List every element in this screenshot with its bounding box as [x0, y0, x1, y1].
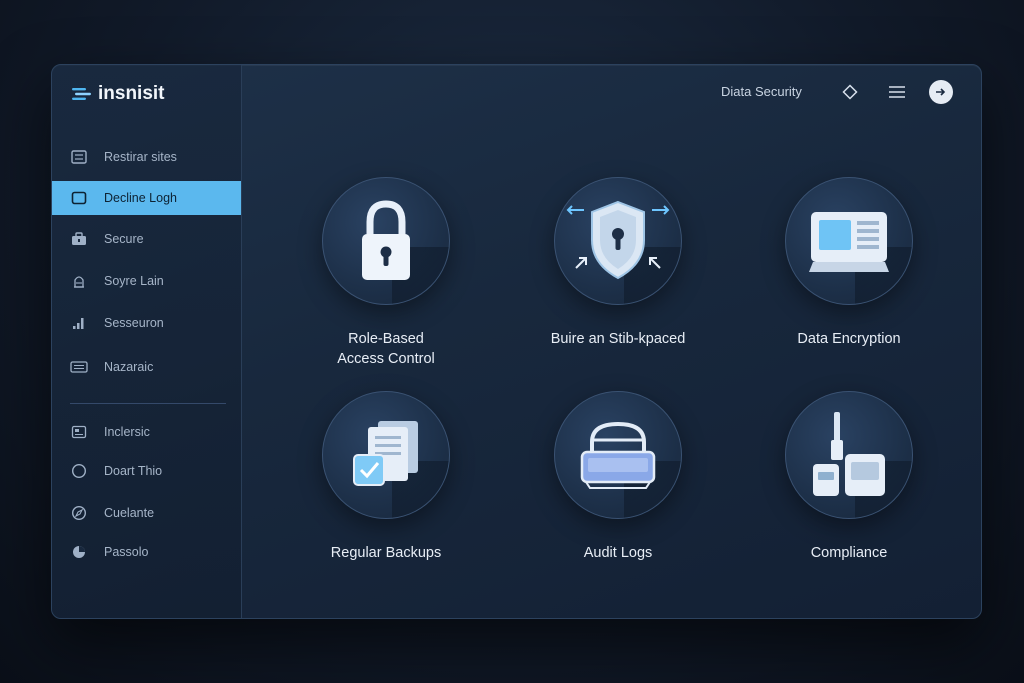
sidebar-item-secure[interactable]: Secure [52, 222, 241, 256]
menu-icon[interactable] [886, 81, 908, 103]
tile-buire-an-stib-kpaced[interactable]: Buire an Stib-kpaced [523, 177, 713, 349]
tile-label: Compliance [810, 545, 888, 561]
sidebar-item-restirar-sites[interactable]: Restirar sites [52, 140, 241, 174]
terminal-icon [809, 212, 889, 272]
tile-label: Buire an Stib-kpaced [550, 331, 686, 347]
sidebar: insnisit Restirar sites Decline Logh Sec… [52, 65, 242, 618]
logo-icon [72, 88, 91, 100]
tile-label: Audit Logs [583, 545, 653, 561]
tile-label: Role-Based [348, 331, 424, 347]
sidebar-item-label: Restirar sites [104, 150, 177, 164]
sidebar-item-label: Secure [104, 232, 144, 246]
app-window: insnisit Restirar sites Decline Logh Sec… [51, 64, 982, 619]
lock-bag-icon [580, 421, 656, 489]
sidebar-item-sesseuron[interactable]: Sesseuron [52, 306, 241, 340]
tile-data-encryption[interactable]: Data Encryption [754, 177, 944, 349]
app-logo[interactable]: insnisit [72, 83, 165, 105]
sidebar-item-label: Sesseuron [104, 316, 164, 330]
briefcase-icon [70, 230, 88, 248]
panel-icon [70, 423, 88, 441]
circle-icon [70, 462, 88, 480]
tile-icon-circle [322, 391, 450, 519]
tile-audit-logs[interactable]: Audit Logs [523, 391, 713, 563]
sidebar-item-inclersic[interactable]: Inclersic [52, 415, 241, 449]
compass-icon [70, 504, 88, 522]
tile-label: Regular Backups [330, 545, 442, 561]
pie-icon [70, 543, 88, 561]
bar-chart-icon [70, 314, 88, 332]
diamond-icon[interactable] [839, 81, 861, 103]
tile-icon-circle [554, 177, 682, 305]
shield-keyhole-icon [566, 200, 670, 280]
sidebar-item-cuelante[interactable]: Cuelante [52, 496, 241, 530]
sidebar-item-passolo[interactable]: Passolo [52, 535, 241, 569]
sidebar-item-label: Cuelante [104, 506, 155, 520]
sidebar-item-label: Decline Logh [104, 191, 177, 205]
tile-icon-circle [322, 177, 450, 305]
server-icon [70, 148, 88, 166]
page-title: Diata Security [721, 84, 802, 99]
padlock-icon [362, 200, 410, 280]
sidebar-divider [70, 403, 226, 404]
documents-check-icon [353, 421, 418, 486]
tile-label: Data Encryption [797, 331, 901, 347]
keyboard-icon [70, 358, 88, 376]
app-name: insnisit [98, 83, 165, 104]
sidebar-item-soyre-lain[interactable]: Soyre Lain [52, 264, 241, 298]
user-avatar-arrow-icon[interactable] [929, 80, 953, 104]
sidebar-item-label: Doart Thio [104, 464, 163, 478]
sidebar-item-doart-thio[interactable]: Doart Thio [52, 454, 241, 488]
sidebar-item-label: Passolo [104, 545, 149, 559]
tile-icon-circle [785, 391, 913, 519]
window-icon [70, 189, 88, 207]
sidebar-item-label: Inclersic [104, 425, 150, 439]
devices-icon [813, 412, 885, 496]
tile-icon-circle [785, 177, 913, 305]
sidebar-item-label: Nazaraic [104, 360, 154, 374]
sidebar-item-nazaraic[interactable]: Nazaraic [52, 350, 241, 384]
sidebar-item-decline-logh[interactable]: Decline Logh [52, 181, 241, 215]
tile-icon-circle [554, 391, 682, 519]
tile-label: Access Control [337, 351, 435, 367]
user-lock-icon [70, 272, 88, 290]
tile-role-based-access-control[interactable]: Role-Based Access Control [291, 177, 481, 369]
sidebar-item-label: Soyre Lain [104, 274, 164, 288]
tile-regular-backups[interactable]: Regular Backups [291, 391, 481, 563]
tile-compliance[interactable]: Compliance [754, 391, 944, 563]
